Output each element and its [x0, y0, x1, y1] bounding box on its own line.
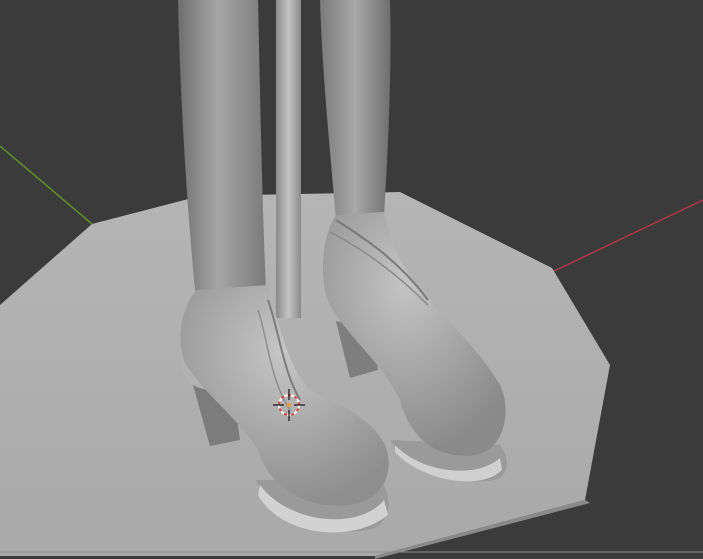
x-axis-line: [551, 199, 703, 273]
viewport-canvas[interactable]: [0, 0, 703, 559]
3d-viewport[interactable]: [0, 0, 703, 559]
y-axis-line: [0, 145, 93, 225]
support-pole[interactable]: [276, 0, 301, 318]
right-leg[interactable]: [320, 0, 391, 220]
